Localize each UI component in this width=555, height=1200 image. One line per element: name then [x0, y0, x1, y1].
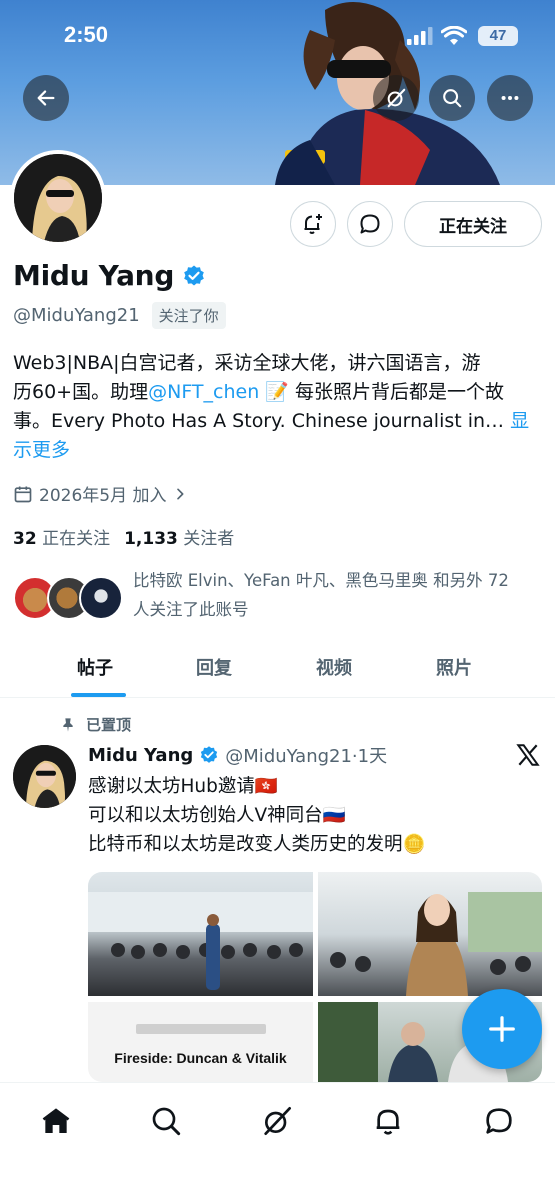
- image-3-caption: Fireside: Duncan & Vitalik: [114, 1050, 287, 1066]
- more-button[interactable]: [487, 75, 533, 121]
- grok-button[interactable]: [373, 75, 419, 121]
- bio-line-4: 示更多: [13, 436, 543, 465]
- following-button[interactable]: 正在关注: [404, 201, 542, 247]
- post-line-3-text: 比特币和以太坊是改变人类历史的发明: [88, 834, 403, 855]
- bio-line-1: Web3|NBA|白宫记者，采访全球大佬，讲六国语言，游: [13, 352, 481, 374]
- tab-posts[interactable]: 帖子: [77, 654, 113, 680]
- active-tab-indicator: [71, 693, 126, 697]
- post-author-name[interactable]: Midu Yang: [88, 745, 193, 766]
- tab-videos[interactable]: 视频: [316, 654, 352, 680]
- status-time: 2:50: [64, 22, 109, 47]
- nav-notifications[interactable]: [368, 1101, 408, 1141]
- post-line-1: 感谢以太坊Hub邀请🇭🇰: [88, 776, 278, 797]
- tab-replies[interactable]: 回复: [196, 654, 232, 680]
- profile-name: Midu Yang: [13, 259, 175, 292]
- handle-row: @MiduYang21 关注了你: [13, 302, 226, 329]
- post-image-2[interactable]: [318, 872, 542, 996]
- calendar-icon: [14, 486, 32, 502]
- status-bar: 2:50 47: [0, 0, 555, 70]
- following-label: 正在关注: [42, 529, 111, 549]
- chevron-right-icon: [177, 488, 184, 499]
- post-image-2-content: [330, 892, 542, 996]
- bio-line-2-start: 历60+国。助理: [13, 381, 149, 403]
- pinned-label: 已置顶: [86, 716, 132, 734]
- profile-handle: @MiduYang21: [13, 305, 140, 326]
- messages-icon: [486, 1108, 512, 1134]
- verified-badge-icon[interactable]: [182, 264, 206, 288]
- grok-icon: [387, 88, 406, 108]
- pinned-label-row: 已置顶: [60, 714, 131, 735]
- search-button[interactable]: [429, 75, 475, 121]
- bio-mention-link[interactable]: @NFT_chen: [148, 381, 259, 403]
- post-image-3[interactable]: Fireside: Duncan & Vitalik: [88, 1002, 313, 1082]
- post-image-1-content: [88, 892, 313, 990]
- following-count-link[interactable]: 32 正在关注: [13, 524, 110, 549]
- notify-button[interactable]: [290, 201, 336, 247]
- profile-avatar[interactable]: [10, 150, 106, 246]
- followers-you-know[interactable]: 比特欧 Elvin、YeFan 叶凡、黑色马里奥 和另外 72 人关注了此账号: [13, 566, 543, 628]
- post-image-1[interactable]: [88, 872, 313, 996]
- followers-you-know-line-2: 人关注了此账号: [133, 600, 249, 619]
- bio-line-2-end: 每张照片背后都是一个故: [288, 381, 505, 403]
- memo-emoji: 📝: [265, 381, 289, 403]
- x-logo-icon: [516, 744, 540, 766]
- home-icon: [42, 1108, 70, 1133]
- verified-badge-icon: [201, 746, 218, 763]
- search-icon: [152, 1107, 181, 1136]
- followers-count: 1,133: [124, 529, 178, 549]
- joined-date: 2026年5月 加入: [39, 486, 167, 506]
- post-avatar-photo: [13, 745, 76, 808]
- bio-line-2: 历60+国。助理@NFT_chen 📝 每张照片背后都是一个故: [13, 378, 543, 407]
- message-icon: [360, 214, 380, 234]
- post-text: 感谢以太坊Hub邀请🇭🇰 可以和以太坊创始人V神同台🇷🇺 比特币和以太坊是改变人…: [88, 772, 426, 859]
- mutual-avatar-3: [79, 576, 123, 620]
- post-author-avatar[interactable]: [13, 745, 76, 808]
- followers-you-know-line-1: 比特欧 Elvin、YeFan 叶凡、黑色马里奥 和另外 72: [133, 571, 509, 590]
- back-arrow-icon: [37, 90, 55, 106]
- post-handle-time: @MiduYang21·1天: [225, 746, 388, 767]
- coin-emoji: 🪙: [402, 834, 426, 855]
- wifi-icon: [441, 26, 467, 45]
- nav-search[interactable]: [146, 1101, 186, 1141]
- follows-you-badge: 关注了你: [151, 302, 226, 329]
- nav-home[interactable]: [36, 1101, 76, 1141]
- followers-you-know-text: 比特欧 Elvin、YeFan 叶凡、黑色马里奥 和另外 72 人关注了此账号: [133, 566, 543, 624]
- bell-plus-icon: [304, 214, 322, 234]
- grok-icon: [264, 1107, 291, 1135]
- avatar-photo: [14, 154, 102, 242]
- message-button[interactable]: [347, 201, 393, 247]
- profile-bio: Web3|NBA|白宫记者，采访全球大佬，讲六国语言，游 历60+国。助理@NF…: [13, 349, 543, 465]
- back-button[interactable]: [23, 75, 69, 121]
- more-icon: [501, 95, 519, 101]
- search-icon: [443, 89, 462, 108]
- plus-icon: [489, 1016, 515, 1042]
- pin-icon: [63, 717, 73, 732]
- show-more-link[interactable]: 显: [504, 410, 529, 432]
- bio-line-3: 事。Every Photo Has A Story. Chinese journ…: [13, 407, 543, 436]
- following-count: 32: [13, 529, 37, 549]
- post-line-2: 可以和以太坊创始人V神同台🇷🇺: [88, 805, 346, 826]
- notifications-icon: [376, 1109, 400, 1135]
- followers-label: 关注者: [183, 529, 235, 549]
- battery-level: 47: [489, 27, 507, 44]
- bio-line-3-text: 事。Every Photo Has A Story. Chinese journ…: [13, 410, 505, 432]
- bottom-nav: [0, 1082, 555, 1200]
- post-header: Midu Yang @MiduYang21·1天: [88, 742, 387, 768]
- cellular-signal-icon: [407, 27, 433, 45]
- tab-photos[interactable]: 照片: [436, 654, 472, 680]
- follow-counts: 32 正在关注 1,133 关注者: [13, 524, 234, 549]
- compose-button[interactable]: [462, 989, 542, 1069]
- battery-indicator: 47: [478, 26, 518, 46]
- nav-grok[interactable]: [257, 1101, 297, 1141]
- nav-messages[interactable]: [479, 1101, 519, 1141]
- show-more-link-cont[interactable]: 示更多: [13, 439, 70, 461]
- post-line-3: 比特币和以太坊是改变人类历史的发明🪙: [88, 830, 426, 859]
- image-3-sponsor-strip: [136, 1024, 266, 1034]
- joined-date-row[interactable]: 2026年5月 加入: [13, 481, 188, 506]
- mutual-avatars: [13, 576, 123, 622]
- profile-name-row: Midu Yang: [13, 259, 206, 292]
- followers-count-link[interactable]: 1,133 关注者: [124, 524, 234, 549]
- profile-tabs: 帖子 回复 视频 照片: [0, 644, 555, 698]
